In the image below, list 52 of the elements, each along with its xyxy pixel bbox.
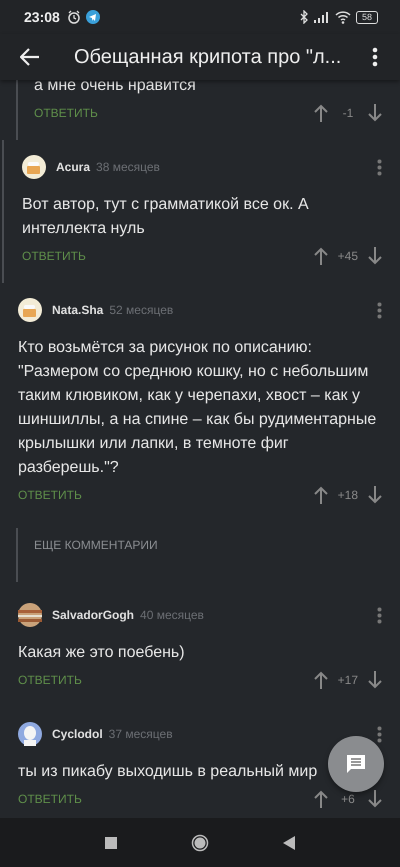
author-name[interactable]: SalvadorGogh <box>52 608 134 622</box>
comment-icon <box>345 753 367 775</box>
reply-link[interactable]: ОТВЕТИТЬ <box>22 249 86 263</box>
downvote-arrow-icon[interactable] <box>368 247 382 265</box>
more-comments-link[interactable]: ЕЩЕ КОММЕНТАРИИ <box>34 538 158 552</box>
battery-indicator: 58 <box>356 10 378 24</box>
signal-icon <box>314 11 330 23</box>
back-icon[interactable] <box>283 836 295 850</box>
author-name[interactable]: Acura <box>56 160 90 174</box>
upvote-arrow-icon[interactable] <box>314 671 328 689</box>
comment-score: +17 <box>338 673 358 687</box>
recents-icon[interactable] <box>105 836 117 848</box>
reply-link[interactable]: ОТВЕТИТЬ <box>34 106 98 120</box>
home-icon[interactable] <box>191 834 209 852</box>
more-menu-icon[interactable] <box>372 47 378 67</box>
reply-link[interactable]: ОТВЕТИТЬ <box>18 488 82 502</box>
write-comment-button[interactable] <box>328 736 384 792</box>
user-avatar[interactable] <box>18 722 42 746</box>
downvote-arrow-icon[interactable] <box>368 671 382 689</box>
comment-age: 38 месяцев <box>96 160 160 174</box>
author-name[interactable]: Nata.Sha <box>52 303 104 317</box>
alarm-icon <box>66 10 81 24</box>
comment-age: 37 месяцев <box>108 727 173 741</box>
upvote-arrow-icon[interactable] <box>314 247 328 265</box>
upvote-arrow-icon[interactable] <box>314 104 328 122</box>
comment-text: Вот автор, тут с грамматикой все ок. А интеллекта нуль <box>22 195 310 239</box>
comment-score: +18 <box>338 488 358 502</box>
user-avatar[interactable] <box>18 603 42 627</box>
comment-age: 52 месяцев <box>109 303 174 317</box>
comment-age: 40 месяцев <box>140 608 204 622</box>
upvote-arrow-icon[interactable] <box>314 486 328 504</box>
reply-link[interactable]: ОТВЕТИТЬ <box>18 673 82 687</box>
upvote-arrow-icon[interactable] <box>314 790 328 808</box>
downvote-arrow-icon[interactable] <box>368 790 382 808</box>
user-avatar[interactable] <box>22 155 46 179</box>
comment-text: Какая же это поебень) <box>18 643 185 663</box>
back-arrow-icon[interactable] <box>20 48 40 66</box>
status-time: 23:08 <box>24 9 60 25</box>
comment-text: а мне очень нравится <box>34 80 196 96</box>
comment-score: -1 <box>342 106 354 120</box>
user-avatar[interactable] <box>18 298 42 322</box>
bluetooth-icon <box>300 10 309 24</box>
downvote-arrow-icon[interactable] <box>368 104 382 122</box>
comment-text: Кто возьмётся за рисунок по описанию: "Размером со среднюю кошку, но с небольшим таким клювиком, как у черепахи, хвост – как у шиншиллы, а на спине – как бы рудиментарные крылышки или лапки, в темноте фиг разберешь."? <box>18 338 378 478</box>
downvote-arrow-icon[interactable] <box>368 486 382 504</box>
comment-text: ты из пикабу выходишь в реальный мир <box>18 762 318 782</box>
author-name[interactable]: Cyclodol <box>52 727 103 741</box>
page-title: Обещанная крипота про "л... <box>74 46 342 68</box>
comment-score: +6 <box>340 792 356 806</box>
reply-link[interactable]: ОТВЕТИТЬ <box>18 792 82 806</box>
wifi-icon <box>334 10 351 24</box>
comment-score: +45 <box>338 249 358 263</box>
